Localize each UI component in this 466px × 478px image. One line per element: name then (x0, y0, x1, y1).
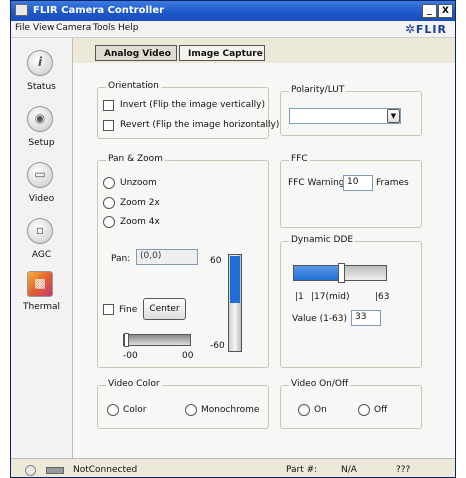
dde-slider-thumb[interactable] (338, 263, 345, 283)
part-number-label: Part #: (286, 465, 318, 475)
monochrome-label: Monochrome (201, 405, 260, 415)
dde-max-label: |63 (375, 292, 390, 302)
connection-indicator-icon (25, 465, 36, 476)
dde-value-label: Value (1-63) (292, 314, 348, 324)
dde-min-label: |1 (295, 292, 304, 302)
link-icon (46, 467, 64, 474)
tab-image-capture[interactable]: Image Capture (179, 45, 265, 61)
status-bar: NotConnected Part #: N/A ??? (11, 458, 455, 477)
zoom-4x-label: Zoom 4x (120, 217, 160, 227)
menu-help[interactable]: Help (118, 23, 139, 33)
horizontal-max-label: 00 (182, 351, 194, 361)
color-label: Color (123, 405, 147, 415)
menu-camera[interactable]: Camera (56, 23, 91, 33)
horizontal-min-label: -00 (123, 351, 138, 361)
unzoom-radio[interactable] (103, 177, 115, 189)
ffc-warning-field[interactable]: 10 (343, 175, 373, 191)
ffc-units-label: Frames (376, 178, 409, 188)
color-radio[interactable] (107, 404, 119, 416)
ffc-title: FFC (289, 154, 310, 164)
sidebar-label-agc: AGC (31, 250, 52, 260)
flir-logo: ✲FLIR (405, 22, 447, 36)
video-color-group: Video Color Color Monochrome (97, 379, 269, 429)
video-onoff-title: Video On/Off (289, 379, 351, 389)
thermal-icon: ▩ (27, 271, 53, 297)
video-off-radio[interactable] (358, 404, 370, 416)
monitor-icon: ▭ (27, 162, 53, 188)
invert-checkbox[interactable] (103, 100, 114, 111)
invert-label: Invert (Flip the image vertically) (120, 100, 265, 110)
agc-icon: ▫ (27, 218, 53, 244)
part-number-value: N/A (341, 465, 357, 475)
video-on-label: On (314, 405, 327, 415)
menu-view[interactable]: View (33, 23, 54, 33)
video-on-radio[interactable] (298, 404, 310, 416)
dde-mid-label: |17(mid) (311, 292, 350, 302)
vertical-max-label: 60 (210, 256, 222, 266)
revert-checkbox[interactable] (103, 120, 114, 131)
vertical-slider-fill (230, 256, 240, 303)
monochrome-radio[interactable] (185, 404, 197, 416)
sidebar-item-thermal[interactable]: ▩ Thermal (11, 271, 72, 321)
tab-analog-video[interactable]: Analog Video (95, 45, 177, 61)
video-color-title: Video Color (106, 379, 162, 389)
video-off-label: Off (374, 405, 388, 415)
lens-icon: ◉ (27, 106, 53, 132)
dde-slider[interactable] (293, 263, 387, 283)
center-button[interactable]: Center (143, 298, 186, 320)
sidebar-label-status: Status (27, 82, 56, 92)
dde-value-field[interactable]: 33 (351, 310, 381, 326)
menu-tools[interactable]: Tools (93, 23, 115, 33)
unknown-status: ??? (396, 465, 411, 475)
app-icon (15, 4, 28, 16)
sidebar-item-status[interactable]: i Status (11, 50, 72, 100)
vertical-pan-slider[interactable] (228, 254, 242, 352)
dde-title: Dynamic DDE (289, 235, 356, 245)
horizontal-pan-slider[interactable] (123, 333, 191, 347)
analog-video-panel: Orientation Invert (Flip the image verti… (73, 63, 455, 458)
flir-logo-text: FLIR (415, 23, 447, 36)
pan-zoom-title: Pan & Zoom (106, 154, 165, 164)
horizontal-slider-thumb[interactable] (124, 333, 129, 347)
pan-label: Pan: (111, 254, 131, 264)
sidebar-item-video[interactable]: ▭ Video (11, 162, 72, 212)
sidebar-item-agc[interactable]: ▫ AGC (11, 218, 72, 268)
flir-gear-icon: ✲ (404, 22, 416, 36)
menu-bar: File View Camera Tools Help ✲FLIR (11, 21, 455, 38)
window-title: FLIR Camera Controller (33, 5, 165, 16)
sidebar-item-setup[interactable]: ◉ Setup (11, 106, 72, 156)
dde-group: Dynamic DDE |1 |17(mid) |63 Value (1-63)… (280, 235, 422, 368)
sidebar-label-thermal: Thermal (22, 302, 61, 312)
video-onoff-group: Video On/Off On Off (280, 379, 422, 429)
revert-label: Revert (Flip the image horizontally) (120, 120, 280, 130)
zoom-2x-radio[interactable] (103, 197, 115, 209)
dde-slider-fill (294, 266, 341, 280)
unzoom-label: Unzoom (120, 178, 157, 188)
polarity-group: Polarity/LUT ▼ (280, 85, 422, 136)
sidebar-label-video: Video (28, 194, 55, 204)
orientation-group: Orientation Invert (Flip the image verti… (97, 81, 279, 139)
pan-zoom-group: Pan & Zoom Unzoom Zoom 2x Zoom 4x Pan: (… (97, 154, 269, 368)
zoom-4x-radio[interactable] (103, 216, 115, 228)
fine-label: Fine (119, 305, 138, 315)
pan-value-field: (0,0) (136, 249, 198, 265)
vertical-min-label: -60 (210, 341, 225, 351)
fine-checkbox[interactable] (103, 304, 114, 315)
menu-file[interactable]: File (15, 23, 30, 33)
polarity-title: Polarity/LUT (289, 85, 347, 95)
sidebar-label-setup: Setup (28, 138, 55, 148)
ffc-group: FFC FFC Warning: 10 Frames (280, 154, 422, 228)
chevron-down-icon[interactable]: ▼ (387, 109, 400, 123)
connection-status: NotConnected (73, 465, 138, 475)
title-bar: FLIR Camera Controller _ X (11, 1, 455, 21)
info-icon: i (27, 50, 53, 76)
orientation-title: Orientation (106, 81, 161, 91)
app-window: FLIR Camera Controller _ X File View Cam… (10, 0, 456, 478)
close-button[interactable]: X (438, 4, 453, 18)
ffc-warning-label: FFC Warning: (288, 178, 348, 188)
zoom-2x-label: Zoom 2x (120, 198, 160, 208)
polarity-select[interactable] (289, 108, 401, 124)
sidebar: i Status ◉ Setup ▭ Video ▫ AGC ▩ Thermal (11, 38, 73, 458)
minimize-button[interactable]: _ (422, 4, 437, 18)
